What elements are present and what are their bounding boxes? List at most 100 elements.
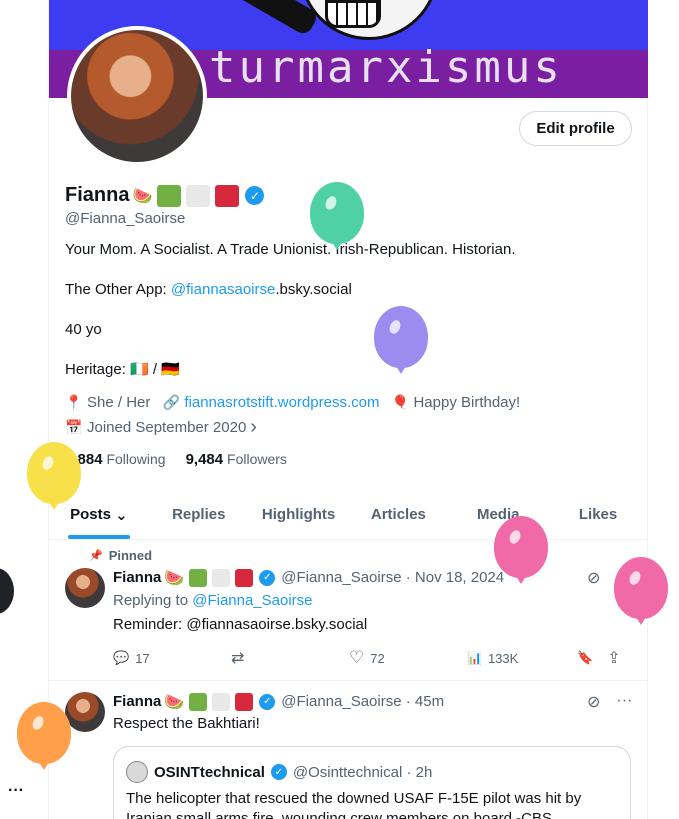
like-icon: ♡ xyxy=(349,648,365,667)
tab-articles[interactable]: Articles xyxy=(348,490,448,539)
location-icon: 📍 xyxy=(65,394,83,411)
banner-text: turmarxismus xyxy=(209,42,563,93)
grok-icon[interactable]: ⊘ xyxy=(587,568,600,588)
bio-line: Your Mom. A Socialist. A Trade Unionist.… xyxy=(65,241,516,258)
banner-teeth xyxy=(325,0,381,28)
profile-column: turmarxismus Edit profile Fianna 🍉 ✓ @Fi… xyxy=(48,0,648,819)
post-text: Reminder: @fiannasaoirse.bsky.social xyxy=(113,616,368,633)
following-label: Following xyxy=(106,451,166,467)
balloon-decoration xyxy=(310,182,364,244)
share-button[interactable]: ⇪ xyxy=(607,648,620,668)
followers-label: Followers xyxy=(227,451,287,467)
post-handle-time[interactable]: @Fianna_Saoirse · Nov 18, 2024 xyxy=(281,569,504,586)
balloon-shine xyxy=(387,318,403,336)
verified-badge-icon[interactable]: ✓ xyxy=(259,569,276,586)
verified-badge-icon[interactable]: ✓ xyxy=(259,693,276,710)
watermelon-emoji: 🍉 xyxy=(164,568,185,587)
views-button[interactable]: 📊 133K xyxy=(467,651,577,666)
balloon-decoration xyxy=(614,557,668,619)
bio-heritage: Heritage: 🇮🇪 / 🇩🇪 xyxy=(65,361,180,378)
profile-meta-row: 📍 She / Her 🔗 fiannasrotstift.wordpress.… xyxy=(65,394,520,411)
quote-author-name: OSINTtechnical xyxy=(154,763,265,781)
profile-avatar[interactable] xyxy=(67,26,207,166)
post-author-name[interactable]: Fianna xyxy=(113,693,161,710)
website-link[interactable]: fiannasrotstift.wordpress.com xyxy=(184,394,379,411)
watermelon-emoji: 🍉 xyxy=(164,692,185,711)
profile-name: Fianna xyxy=(65,184,130,206)
balloon-shine xyxy=(40,454,56,472)
chevron-down-icon: ⌄ xyxy=(115,506,128,524)
flag-white-square xyxy=(212,692,231,711)
post-top-actions: ⊘ ··· xyxy=(587,692,632,712)
pinned-indicator: 📌 Pinned xyxy=(89,548,152,563)
verified-badge-icon[interactable]: ✓ xyxy=(245,186,265,205)
quote-text: The helicopter that rescued the downed U… xyxy=(126,790,582,819)
quote-header: OSINTtechnical ✓ @Osinttechnical · 2h xyxy=(126,761,432,783)
flag-green-square xyxy=(189,568,208,587)
post-divider xyxy=(49,680,648,681)
profile-name-row: Fianna 🍉 ✓ xyxy=(65,184,265,207)
followers-count: 9,484 xyxy=(185,451,224,468)
reply-icon: 💬 xyxy=(113,650,130,665)
pronouns-text: She / Her xyxy=(87,394,151,411)
tab-highlights[interactable]: Highlights xyxy=(249,490,349,539)
views-count: 133K xyxy=(487,650,519,666)
replying-to: Replying to @Fianna_Saoirse xyxy=(113,592,313,609)
like-count: 72 xyxy=(370,650,385,666)
flag-red-square xyxy=(215,184,240,207)
chevron-right-icon: › xyxy=(250,416,257,438)
joined-item[interactable]: 📅 Joined September 2020 › xyxy=(65,416,257,439)
bio-age: 40 yo xyxy=(65,321,102,338)
partial-avatar-left[interactable] xyxy=(0,568,14,614)
retweet-icon: ⇄ xyxy=(231,650,245,667)
profile-handle: @Fianna_Saoirse xyxy=(65,210,186,227)
follow-stats: 4,884 Following 9,484 Followers xyxy=(65,451,287,468)
share-icon: ⇪ xyxy=(607,650,621,667)
views-icon: 📊 xyxy=(467,651,482,665)
post-author-name[interactable]: Fianna xyxy=(113,569,161,586)
retweet-button[interactable]: ⇄ xyxy=(231,648,349,668)
website-item[interactable]: 🔗 fiannasrotstift.wordpress.com xyxy=(162,394,380,411)
followers-link[interactable]: 9,484 Followers xyxy=(186,451,287,468)
bio-mention-link[interactable]: @fiannasaoirse xyxy=(171,281,275,298)
verified-badge-icon: ✓ xyxy=(270,764,287,780)
more-icon[interactable]: ··· xyxy=(616,692,632,712)
profile-joined-row: 📅 Joined September 2020 › xyxy=(65,416,257,439)
tab-replies[interactable]: Replies xyxy=(149,490,249,539)
quote-avatar xyxy=(126,761,148,783)
pin-icon: 📌 xyxy=(89,550,103,562)
balloon-shine xyxy=(323,194,339,212)
tab-likes[interactable]: Likes xyxy=(548,490,648,539)
flag-green-square xyxy=(157,184,182,207)
post-actions: 💬 17 ⇄ ♡ 72 📊 133K 🔖 ⇪ xyxy=(113,648,633,668)
pronouns-item: 📍 She / Her xyxy=(65,394,150,411)
balloon-decoration xyxy=(494,516,548,578)
flag-red-square xyxy=(235,692,254,711)
post-text: Respect the Bakhtiari! xyxy=(113,715,260,732)
bio-other-prefix: The Other App: xyxy=(65,281,171,298)
like-button[interactable]: ♡ 72 xyxy=(349,648,467,668)
balloon-shine xyxy=(30,714,46,732)
watermelon-emoji: 🍉 xyxy=(132,186,153,205)
balloon-icon: 🎈 xyxy=(391,394,410,411)
bookmark-button[interactable]: 🔖 xyxy=(577,650,593,666)
post-header: Fianna 🍉 ✓ @Fianna_Saoirse · Nov 18, 202… xyxy=(113,568,504,587)
edit-profile-button[interactable]: Edit profile xyxy=(519,111,632,146)
grok-icon[interactable]: ⊘ xyxy=(587,692,600,712)
reply-button[interactable]: 💬 17 xyxy=(113,650,231,666)
bookmark-icon: 🔖 xyxy=(577,650,594,665)
balloon-decoration xyxy=(374,306,428,368)
pinned-label: Pinned xyxy=(108,548,153,563)
quote-handle-time: @Osinttechnical · 2h xyxy=(292,763,433,781)
flag-red-square xyxy=(235,568,254,587)
balloon-decoration xyxy=(27,442,81,504)
quoted-post[interactable]: OSINTtechnical ✓ @Osinttechnical · 2h Th… xyxy=(113,746,631,819)
replying-to-link[interactable]: @Fianna_Saoirse xyxy=(192,592,312,609)
more-icon-left[interactable]: ··· xyxy=(8,782,24,800)
post-avatar[interactable] xyxy=(65,568,105,608)
post-handle-time[interactable]: @Fianna_Saoirse · 45m xyxy=(281,693,444,710)
birthday-item: 🎈 Happy Birthday! xyxy=(391,394,520,411)
flag-white-square xyxy=(212,568,231,587)
post-avatar[interactable] xyxy=(65,692,105,732)
reply-count: 17 xyxy=(135,650,150,666)
